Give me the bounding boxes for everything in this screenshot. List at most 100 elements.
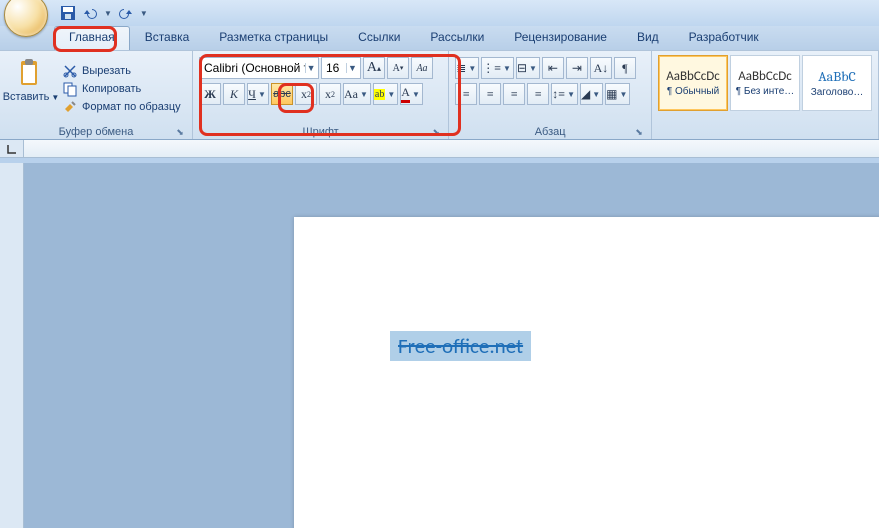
style-normal[interactable]: AaBbCcDc ¶ Обычный [658,55,728,111]
ruler-horizontal[interactable] [0,140,879,158]
outdent-button[interactable]: ⇤ [542,57,564,79]
selected-text[interactable]: Free-office.net [390,331,531,361]
paste-button[interactable]: Вставить ▼ [3,91,60,103]
watermark: FREE-OFFICE.NET [701,500,867,520]
font-name-value: Calibri (Основной те [204,61,305,75]
cut-button[interactable]: Вырезать [62,63,181,79]
tab-mailings[interactable]: Рассылки [415,26,499,50]
undo-icon[interactable] [82,5,98,21]
tab-layout[interactable]: Разметка страницы [204,26,343,50]
cut-label: Вырезать [82,65,131,77]
strikethrough-button[interactable]: abc [271,83,293,105]
bullets-icon: ≣ [456,61,466,76]
tab-home[interactable]: Главная [54,26,130,50]
align-left-icon: ≡ [463,87,470,102]
qat-customize-icon[interactable]: ▼ [140,9,148,18]
indent-icon: ⇥ [572,61,582,76]
quick-access-toolbar: ▼ ▼ [60,5,148,21]
style-preview: AaBbCcDc [738,69,792,84]
chevron-down-icon[interactable]: ▼ [305,63,316,73]
tab-stop-icon [6,143,18,155]
tab-references[interactable]: Ссылки [343,26,415,50]
paste-icon[interactable] [15,57,47,89]
font-size-value: 16 [326,61,339,75]
multilevel-icon: ⊟ [517,61,527,76]
align-right-button[interactable]: ≡ [503,83,525,105]
ribbon: Вставить ▼ Вырезать Копировать Формат по… [0,50,879,140]
numbering-icon: ⋮≡ [482,61,501,76]
group-clipboard: Вставить ▼ Вырезать Копировать Формат по… [0,51,193,139]
tab-selector[interactable] [0,140,24,157]
brush-icon [62,99,78,115]
underline-button[interactable]: Ч▼ [247,83,269,105]
save-icon[interactable] [60,5,76,21]
copy-button[interactable]: Копировать [62,81,181,97]
ribbon-tabs: Главная Вставка Разметка страницы Ссылки… [0,26,879,50]
numbering-button[interactable]: ⋮≡▼ [481,57,514,79]
show-marks-button[interactable]: ¶ [614,57,636,79]
justify-button[interactable]: ≡ [527,83,549,105]
copy-icon [62,81,78,97]
multilevel-button[interactable]: ⊟▼ [516,57,540,79]
borders-icon: ▦ [606,87,617,102]
group-font-label: Шрифт ⬊ [197,125,444,139]
windows-icon [701,500,721,520]
font-launcher-icon[interactable]: ⬊ [430,127,442,139]
group-clipboard-label: Буфер обмена ⬊ [4,125,188,139]
align-center-button[interactable]: ≡ [479,83,501,105]
format-painter-button[interactable]: Формат по образцу [62,99,181,115]
redo-icon[interactable] [118,5,134,21]
paragraph-launcher-icon[interactable]: ⬊ [633,127,645,139]
align-left-button[interactable]: ≡ [455,83,477,105]
line-spacing-button[interactable]: ↕≡▼ [551,83,578,105]
shrink-font-button[interactable]: A▾ [387,57,409,79]
group-font: Calibri (Основной те ▼ 16 ▼ A▴ A▾ Aa Ж К… [193,51,449,139]
bold-button[interactable]: Ж [199,83,221,105]
sort-icon: A↓ [594,61,609,76]
page[interactable]: Free-office.net [294,217,879,528]
format-painter-label: Формат по образцу [82,101,181,113]
style-name: ¶ Обычный [667,86,719,97]
watermark-text: FREE-OFFICE.NET [727,502,867,518]
ruler-vertical[interactable] [0,163,24,528]
tab-developer[interactable]: Разработчик [674,26,774,50]
document-area[interactable]: Free-office.net [24,163,879,528]
tab-review[interactable]: Рецензирование [499,26,622,50]
borders-button[interactable]: ▦▼ [605,83,630,105]
group-paragraph-label: Абзац ⬊ [453,125,647,139]
bucket-icon: ◢ [581,87,590,102]
change-case-button[interactable]: Aa▼ [343,83,371,105]
titlebar: ▼ ▼ [0,0,879,26]
line-spacing-icon: ↕≡ [552,87,565,102]
font-color-button[interactable]: A▼ [400,83,423,105]
grow-font-button[interactable]: A▴ [363,57,385,79]
shading-button[interactable]: ◢▼ [580,83,603,105]
font-name-combo[interactable]: Calibri (Основной те ▼ [199,57,319,79]
clear-format-button[interactable]: Aa [411,57,433,79]
bullets-button[interactable]: ≣▼ [455,57,479,79]
group-paragraph: ≣▼ ⋮≡▼ ⊟▼ ⇤ ⇥ A↓ ¶ ≡ ≡ ≡ ≡ ↕≡▼ ◢▼ ▦▼ Абз… [449,51,652,139]
style-preview: AaBbCcDc [666,69,720,84]
chevron-down-icon[interactable]: ▼ [346,63,358,73]
subscript-button[interactable]: x2 [295,83,317,105]
justify-icon: ≡ [535,87,542,102]
italic-button[interactable]: К [223,83,245,105]
font-size-combo[interactable]: 16 ▼ [321,57,361,79]
scissors-icon [62,63,78,79]
sort-button[interactable]: A↓ [590,57,612,79]
tab-insert[interactable]: Вставка [130,26,205,50]
style-heading1[interactable]: AaBbC Заголово… [802,55,872,111]
group-styles: AaBbCcDc ¶ Обычный AaBbCcDc ¶ Без инте… … [652,51,879,139]
style-name: Заголово… [811,87,864,98]
pilcrow-icon: ¶ [622,61,627,76]
style-preview: AaBbC [818,68,856,85]
indent-button[interactable]: ⇥ [566,57,588,79]
outdent-icon: ⇤ [548,61,558,76]
superscript-button[interactable]: x2 [319,83,341,105]
style-nospacing[interactable]: AaBbCcDc ¶ Без инте… [730,55,800,111]
undo-dropdown-icon[interactable]: ▼ [104,9,112,18]
highlight-button[interactable]: ab▼ [373,83,398,105]
align-right-icon: ≡ [511,87,518,102]
tab-view[interactable]: Вид [622,26,674,50]
clipboard-launcher-icon[interactable]: ⬊ [174,127,186,139]
